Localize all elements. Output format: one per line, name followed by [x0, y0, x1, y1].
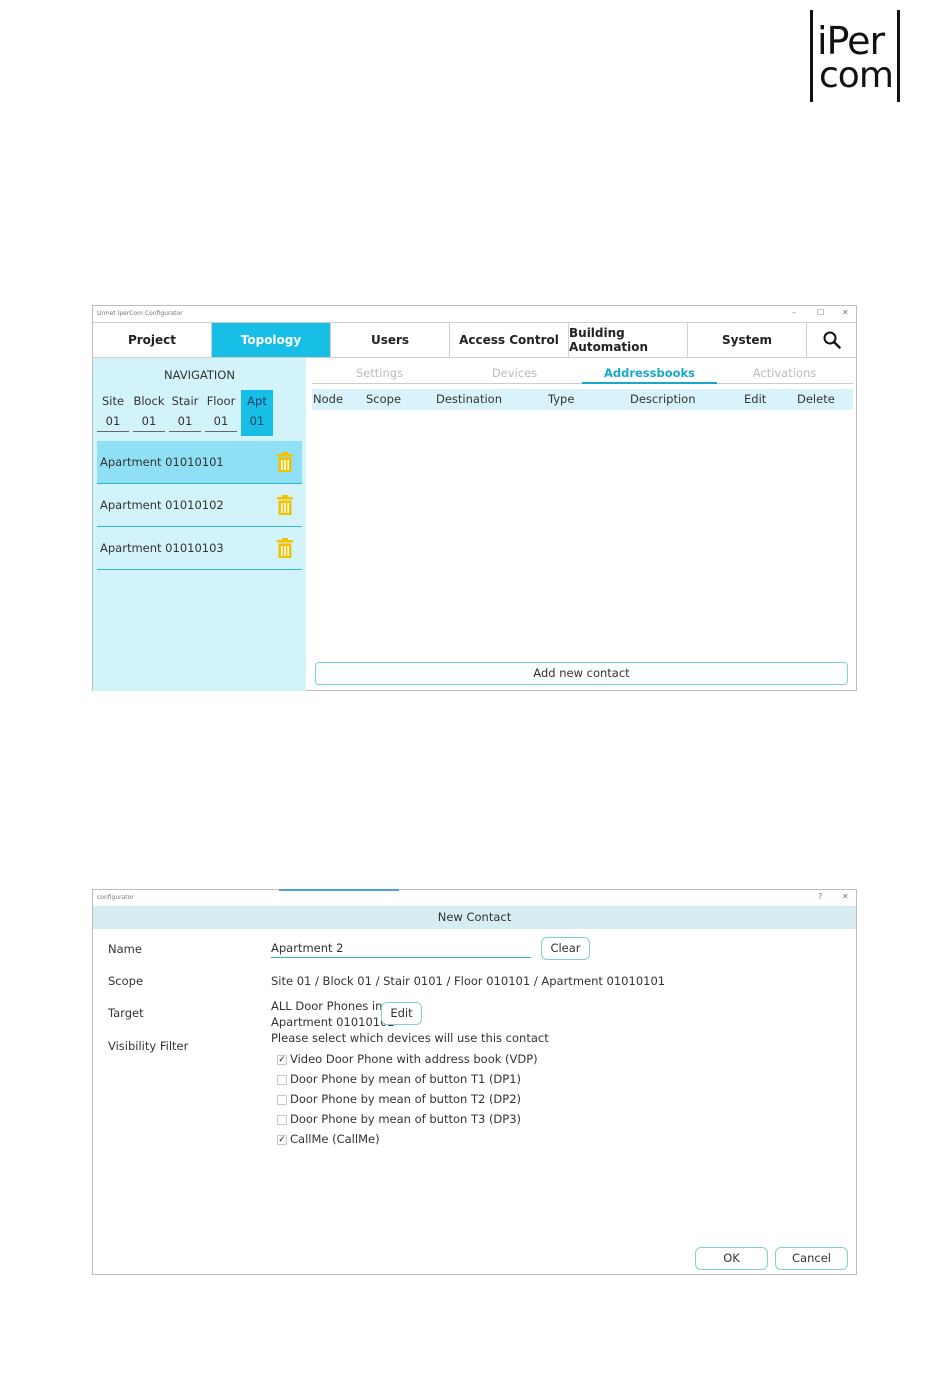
navigation-title: NAVIGATION: [164, 368, 235, 382]
nav-stair[interactable]: Stair 01: [169, 390, 201, 436]
window-title: Urmet IperCom Configurator: [97, 310, 183, 317]
col-destination: Destination: [436, 392, 502, 406]
nav-apt[interactable]: Apt 01: [241, 390, 273, 436]
col-type: Type: [548, 392, 575, 406]
clear-button[interactable]: Clear: [541, 937, 590, 960]
col-edit: Edit: [744, 392, 767, 406]
filter-label-dp1: Door Phone by mean of button T1 (DP1): [290, 1072, 522, 1086]
nav-block[interactable]: Block 01: [133, 390, 165, 436]
target-value-line1: ALL Door Phones in: [271, 999, 383, 1013]
search-icon: [823, 331, 841, 349]
filter-checkbox-vdp[interactable]: ✓: [277, 1055, 287, 1065]
subtab-addressbooks[interactable]: Addressbooks: [582, 365, 717, 384]
nav-stair-value[interactable]: 01: [169, 412, 201, 432]
nav-floor-label: Floor: [206, 394, 236, 408]
apartment-item[interactable]: Apartment 01010101: [97, 441, 302, 484]
scope-value: Site 01 / Block 01 / Stair 0101 / Floor …: [271, 974, 666, 988]
contacts-table-header: Node Scope Destination Type Description …: [312, 389, 853, 410]
visibility-filter-label: Visibility Filter: [108, 1039, 189, 1053]
ipercom-logo: iPer com: [808, 10, 900, 102]
trash-icon[interactable]: [277, 538, 293, 558]
target-label: Target: [108, 1006, 144, 1020]
tab-access-control[interactable]: Access Control: [450, 323, 569, 357]
filter-label-callme: CallMe (CallMe): [290, 1132, 380, 1146]
window-titlebar: Urmet IperCom Configurator – ☐ ✕: [93, 306, 856, 322]
new-contact-dialog: configurator ? ✕ New Contact Name Apartm…: [92, 889, 857, 1275]
trash-icon[interactable]: [277, 495, 293, 515]
sub-tabs: Settings Devices Addressbooks Activation…: [312, 365, 853, 384]
tab-users[interactable]: Users: [331, 323, 450, 357]
nav-site-value[interactable]: 01: [97, 412, 129, 432]
nav-site[interactable]: Site 01: [97, 390, 129, 436]
col-node: Node: [313, 392, 344, 406]
filter-checkbox-callme[interactable]: ✓: [277, 1135, 287, 1145]
col-scope: Scope: [366, 392, 402, 406]
scope-label: Scope: [108, 974, 144, 988]
visibility-hint: Please select which devices will use thi…: [271, 1031, 549, 1045]
main-tabs: Project Topology Users Access Control Bu…: [93, 322, 856, 358]
target-value-line2: Apartment 01010102: [271, 1015, 395, 1029]
apartment-item[interactable]: Apartment 01010103: [97, 527, 302, 570]
apartment-label: Apartment 01010102: [100, 498, 224, 512]
filter-checkbox-dp3[interactable]: [277, 1115, 287, 1125]
tab-system[interactable]: System: [688, 323, 807, 357]
dialog-close-button[interactable]: ✕: [842, 892, 849, 901]
nav-block-value[interactable]: 01: [133, 412, 165, 432]
configurator-window: Urmet IperCom Configurator – ☐ ✕ Project…: [92, 305, 857, 691]
maximize-button[interactable]: ☐: [817, 308, 824, 317]
nav-floor[interactable]: Floor 01: [205, 390, 237, 436]
dialog-header: New Contact: [93, 906, 856, 929]
filter-checkbox-dp2[interactable]: [277, 1095, 287, 1105]
name-input[interactable]: Apartment 2: [271, 938, 531, 958]
nav-floor-value[interactable]: 01: [205, 412, 237, 432]
navigation-panel: NAVIGATION Site 01 Block 01 Stair 01 Flo…: [93, 358, 306, 691]
nav-apt-value[interactable]: 01: [241, 412, 273, 432]
nav-site-label: Site: [101, 394, 125, 408]
help-button[interactable]: ?: [818, 892, 822, 901]
tab-building-automation[interactable]: Building Automation: [569, 323, 688, 357]
close-button[interactable]: ✕: [842, 308, 849, 317]
trash-icon[interactable]: [277, 452, 293, 472]
dialog-window-title: configurator: [97, 894, 134, 901]
cancel-button[interactable]: Cancel: [775, 1247, 848, 1270]
subtab-activations[interactable]: Activations: [717, 365, 852, 384]
name-label: Name: [108, 942, 142, 956]
apartment-label: Apartment 01010101: [100, 455, 224, 469]
add-new-contact-button[interactable]: Add new contact: [315, 662, 848, 685]
minimize-button[interactable]: –: [792, 308, 796, 317]
edit-target-button[interactable]: Edit: [381, 1002, 422, 1025]
logo-bar-right: [897, 10, 900, 102]
logo-bar-left: [810, 10, 813, 102]
col-delete: Delete: [797, 392, 835, 406]
logo-text-bottom: com: [819, 55, 894, 96]
nav-stair-label: Stair: [171, 394, 199, 408]
apartment-item[interactable]: Apartment 01010102: [97, 484, 302, 527]
filter-label-vdp: Video Door Phone with address book (VDP): [290, 1052, 538, 1066]
filter-label-dp3: Door Phone by mean of button T3 (DP3): [290, 1112, 522, 1126]
tab-topology[interactable]: Topology: [212, 323, 331, 357]
apartment-label: Apartment 01010103: [100, 541, 224, 555]
search-button[interactable]: [807, 323, 856, 357]
ok-button[interactable]: OK: [695, 1247, 768, 1270]
filter-label-dp2: Door Phone by mean of button T2 (DP2): [290, 1092, 522, 1106]
filter-checkbox-dp1[interactable]: [277, 1075, 287, 1085]
nav-apt-label: Apt: [247, 394, 267, 408]
col-description: Description: [630, 392, 696, 406]
tab-project[interactable]: Project: [93, 323, 212, 357]
dialog-titlebar: configurator ? ✕: [93, 890, 856, 906]
subtab-devices[interactable]: Devices: [447, 365, 582, 384]
subtab-settings[interactable]: Settings: [312, 365, 447, 384]
nav-block-label: Block: [133, 394, 165, 408]
